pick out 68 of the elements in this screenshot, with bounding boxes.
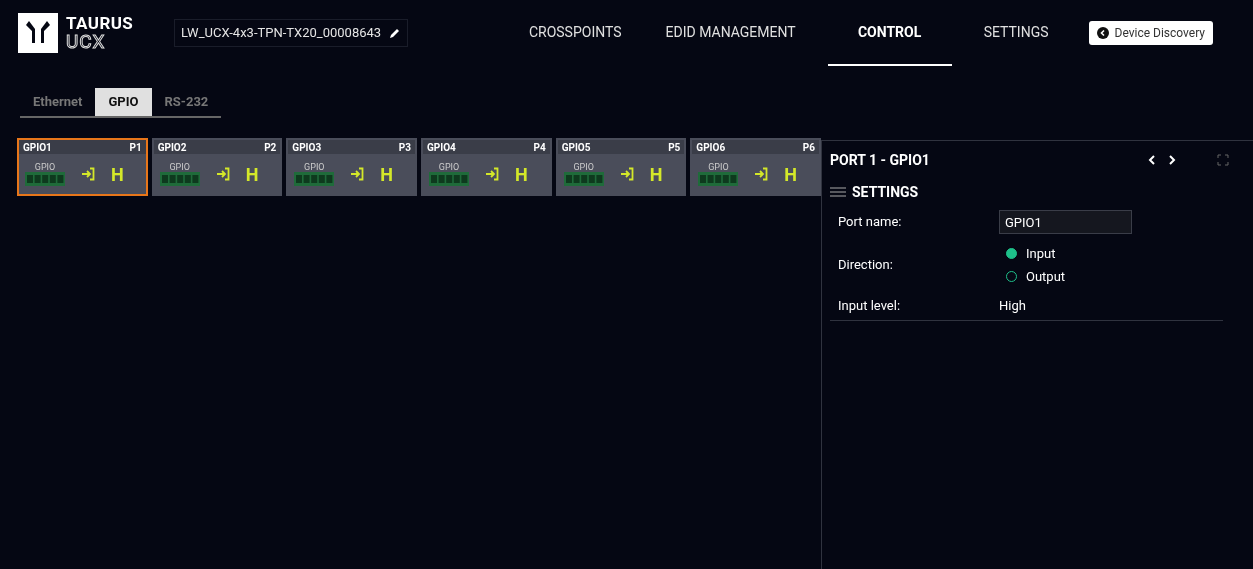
port-number: P5 xyxy=(668,140,681,155)
level-indicator: H xyxy=(111,162,124,187)
level-indicator: H xyxy=(649,162,663,187)
port-name: GPIO6 xyxy=(696,140,726,155)
port-name: GPIO2 xyxy=(157,140,187,155)
input-arrow-icon xyxy=(754,167,769,181)
nav-tab[interactable]: SETTINGS xyxy=(961,0,1071,66)
field-label: Input level: xyxy=(838,296,902,315)
nav-tab[interactable]: EDID MANAGEMENT xyxy=(643,0,818,66)
port-card[interactable]: GPIO6 P6 GPIO H xyxy=(690,138,822,196)
field-label: Direction: xyxy=(838,256,894,275)
direction-radio[interactable]: Output xyxy=(1006,266,1066,286)
terminal-block-icon xyxy=(159,172,200,186)
port-number: P6 xyxy=(802,140,816,155)
logo-text: UCX xyxy=(66,32,107,51)
field-label: Port name: xyxy=(838,213,903,232)
device-name-field[interactable]: LW_UCX-4x3-TPN-TX20_00008643 xyxy=(174,19,409,47)
connector-label: GPIO xyxy=(708,162,729,172)
sliders-icon xyxy=(830,187,846,197)
port-card[interactable]: GPIO1 P1 GPIO H xyxy=(17,138,148,196)
level-indicator: H xyxy=(245,162,259,187)
connector-label: GPIO xyxy=(34,162,56,172)
port-number: P4 xyxy=(533,140,546,155)
port-name-input[interactable]: GPIO1 xyxy=(999,210,1132,234)
port-number: P1 xyxy=(129,140,142,155)
port-name: GPIO4 xyxy=(427,140,456,155)
connector-label: GPIO xyxy=(573,162,594,172)
pencil-icon xyxy=(389,27,402,39)
port-type-tab[interactable]: RS-232 xyxy=(151,88,222,116)
port-card[interactable]: GPIO3 P3 GPIO H xyxy=(286,138,417,196)
port-name: GPIO3 xyxy=(292,140,322,155)
port-number: P3 xyxy=(398,140,411,155)
nav-tab[interactable]: CONTROL xyxy=(827,0,952,66)
level-indicator: H xyxy=(515,162,528,187)
nav-tab[interactable]: CROSSPOINTS xyxy=(506,0,644,66)
direction-radio[interactable]: Input xyxy=(1006,244,1066,264)
terminal-block-icon xyxy=(294,172,335,186)
terminal-block-icon xyxy=(429,172,469,186)
port-card[interactable]: GPIO4 P4 GPIO H xyxy=(421,138,552,196)
connector-label: GPIO xyxy=(438,162,460,172)
logo-icon xyxy=(18,13,58,53)
level-indicator: H xyxy=(380,162,394,187)
input-arrow-icon xyxy=(350,167,365,181)
port-card[interactable]: GPIO2 P2 GPIO H xyxy=(151,138,283,196)
level-indicator: H xyxy=(784,162,798,187)
section-title: SETTINGS xyxy=(852,182,919,202)
input-level-value: High xyxy=(999,296,1026,315)
next-icon[interactable] xyxy=(1167,154,1177,166)
panel-title: PORT 1 - GPIO1 xyxy=(830,150,930,170)
port-number: P2 xyxy=(264,140,277,155)
connector-label: GPIO xyxy=(304,162,325,172)
device-discovery-button[interactable]: Device Discovery xyxy=(1088,21,1213,45)
port-type-tab[interactable]: Ethernet xyxy=(20,88,96,116)
connector-label: GPIO xyxy=(169,162,190,172)
input-arrow-icon xyxy=(485,167,499,181)
previous-icon[interactable] xyxy=(1147,154,1157,166)
port-name: GPIO5 xyxy=(561,140,591,155)
port-name: GPIO1 xyxy=(23,140,52,155)
port-card[interactable]: GPIO5 P5 GPIO H xyxy=(555,138,687,196)
terminal-block-icon xyxy=(698,172,739,186)
terminal-block-icon xyxy=(563,172,604,186)
back-circle-icon xyxy=(1096,27,1109,39)
port-type-tab[interactable]: GPIO xyxy=(95,88,152,116)
input-arrow-icon xyxy=(619,167,634,181)
terminal-block-icon xyxy=(25,172,65,186)
input-arrow-icon xyxy=(81,167,95,181)
input-arrow-icon xyxy=(215,167,230,181)
logo-text: TAURUS xyxy=(66,15,134,32)
